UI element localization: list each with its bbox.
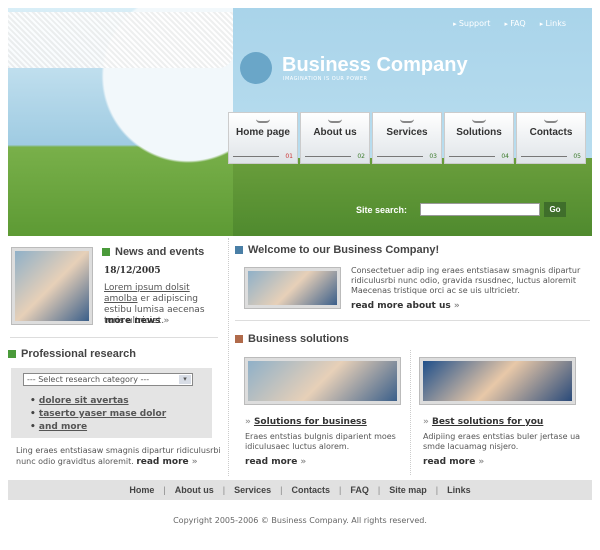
tab-services[interactable]: Services 03 <box>372 112 442 164</box>
research-title: Professional research <box>8 348 136 360</box>
solution-2-read-more[interactable]: read more <box>423 457 484 467</box>
divider <box>10 337 218 338</box>
copyright: Copyright 2005-2006 © Business Company. … <box>173 516 427 525</box>
go-button[interactable]: Go <box>544 202 566 217</box>
research-read-more-link[interactable]: read more <box>136 457 197 467</box>
footer-link-services[interactable]: Services <box>234 485 271 495</box>
chevron-down-icon: ▾ <box>179 375 191 384</box>
solution-1-link[interactable]: » Solutions for business <box>245 417 367 427</box>
footer-link-home[interactable]: Home <box>129 485 154 495</box>
column-divider <box>228 238 229 476</box>
welcome-photo <box>244 267 341 309</box>
bullet-icon <box>102 248 110 256</box>
tab-handle-icon <box>328 119 342 123</box>
search-input[interactable] <box>420 203 540 216</box>
tab-about[interactable]: About us 02 <box>300 112 370 164</box>
tab-solutions[interactable]: Solutions 04 <box>444 112 514 164</box>
more-news-link[interactable]: more news <box>105 316 169 326</box>
tab-handle-icon <box>472 119 486 123</box>
research-category-select[interactable]: --- Select research category --- ▾ <box>23 373 193 386</box>
news-date: 18/12/2005 <box>104 266 161 276</box>
search-label: Site search: <box>356 205 408 215</box>
solution-1-read-more[interactable]: read more <box>245 457 306 467</box>
solution-2-link[interactable]: » Best solutions for you <box>423 417 543 427</box>
tab-handle-icon <box>256 119 270 123</box>
research-link-1[interactable]: • dolore sit avertas <box>30 395 166 408</box>
footer-nav: Home | About us | Services | Contacts | FAQ | Site… <box>8 480 592 500</box>
tab-handle-icon <box>400 119 414 123</box>
footer-link-faq[interactable]: FAQ <box>350 485 369 495</box>
news-photo <box>11 247 93 325</box>
logo-placeholder <box>8 12 233 68</box>
research-link-2[interactable]: • taserto yaser mase dolor <box>30 408 166 421</box>
footer-link-sitemap[interactable]: Site map <box>389 485 427 495</box>
read-more-about-link[interactable]: read more about us <box>351 301 460 311</box>
logo-icon <box>240 52 272 84</box>
divider <box>235 320 590 321</box>
faq-link[interactable]: FAQ <box>504 19 525 28</box>
footer-link-links[interactable]: Links <box>447 485 471 495</box>
footer-link-contacts[interactable]: Contacts <box>292 485 331 495</box>
bullet-icon <box>235 246 243 254</box>
bullet-icon <box>235 335 243 343</box>
tagline: IMAGINATION IS OUR POWER <box>283 76 368 82</box>
bullet-icon <box>8 350 16 358</box>
welcome-text: Consectetuer adip ing eraes entstiasaw s… <box>351 266 581 295</box>
news-title: News and events <box>102 246 204 258</box>
top-links: Support FAQ Links <box>439 19 566 28</box>
footer-link-about[interactable]: About us <box>175 485 214 495</box>
tab-home[interactable]: Home page 01 <box>228 112 298 164</box>
support-link[interactable]: Support <box>453 19 490 28</box>
brand-name: Business Company <box>282 54 468 76</box>
tab-handle-icon <box>544 119 558 123</box>
solutions-title: Business solutions <box>235 333 349 345</box>
column-divider <box>410 350 411 475</box>
solution-1-text: Eraes entstias bulgnis diparient moes id… <box>245 432 396 451</box>
tab-contacts[interactable]: Contacts 05 <box>516 112 586 164</box>
research-link-3[interactable]: • and more <box>30 421 166 434</box>
solution-2-text: Adipiing eraes entstias buler jertase ua… <box>423 432 581 451</box>
solution-photo-1 <box>244 357 401 405</box>
links-link[interactable]: Links <box>540 19 566 28</box>
solution-photo-2 <box>419 357 576 405</box>
welcome-title: Welcome to our Business Company! <box>235 244 439 256</box>
